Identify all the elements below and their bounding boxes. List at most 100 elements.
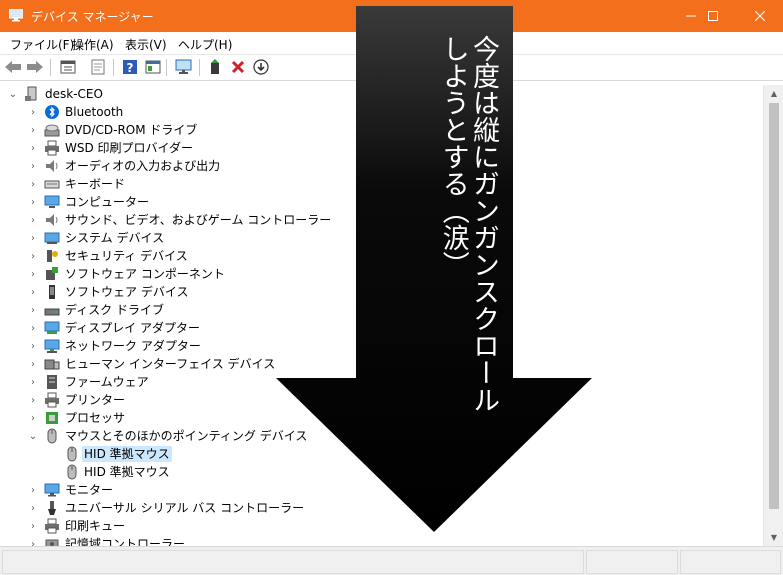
tree-item-label: DVD/CD-ROM ドライブ (65, 123, 198, 137)
tree-item-label: モニター (65, 483, 114, 497)
tree-item-label: プロセッサ (65, 411, 126, 425)
tree-item-label: ディスク ドライブ (65, 303, 164, 317)
mouse-icon (47, 428, 57, 444)
chevron-right-icon[interactable]: › (26, 410, 40, 426)
chevron-right-icon[interactable]: › (26, 158, 40, 174)
monitor-scan-icon (175, 59, 192, 74)
status-cell-main (2, 550, 584, 574)
chevron-down-icon[interactable]: ⌄ (6, 86, 20, 102)
show-hidden-icon (91, 59, 105, 75)
tree-child-item[interactable]: HID 準拠マウス (0, 463, 763, 481)
chevron-right-icon[interactable]: › (26, 212, 40, 228)
chevron-right-icon[interactable]: › (26, 374, 40, 390)
forward-button[interactable] (25, 57, 45, 77)
bluetooth-icon (45, 105, 59, 119)
update-driver-icon (211, 59, 219, 74)
show-hidden-button[interactable] (88, 57, 108, 77)
tree-item-label: セキュリティ デバイス (65, 249, 188, 263)
tree-item-label: システム デバイス (65, 231, 165, 245)
disable-icon (253, 59, 269, 75)
chevron-right-icon[interactable]: › (26, 104, 40, 120)
usb-icon (48, 501, 56, 515)
tree-item-label: ファームウェア (65, 375, 149, 389)
svg-text:?: ? (127, 61, 134, 75)
chevron-right-icon[interactable]: › (26, 518, 40, 534)
tree-item[interactable]: ⌄ マウスとそのほかのポインティング デバイス (0, 427, 763, 445)
help-icon: ? (123, 60, 137, 75)
chevron-right-icon[interactable]: › (26, 356, 40, 372)
chevron-right-icon[interactable]: › (26, 176, 40, 192)
menu-action[interactable]: 操作(A) (72, 36, 114, 53)
tree-item[interactable]: › モニター (0, 481, 763, 499)
tree-item-label: マウスとそのほかのポインティング デバイス (65, 429, 308, 443)
vertical-scrollbar[interactable]: ▲ ▼ (763, 85, 783, 546)
security-key-icon (47, 250, 58, 262)
chevron-right-icon[interactable]: › (26, 284, 40, 300)
status-cell-3 (680, 550, 781, 574)
processor-icon (46, 412, 58, 424)
back-button[interactable] (3, 57, 23, 77)
chevron-right-icon[interactable]: › (26, 266, 40, 282)
device-manager-icon (9, 9, 23, 22)
chevron-right-icon[interactable]: › (26, 536, 40, 547)
tree-item-label: WSD 印刷プロバイダー (65, 141, 194, 155)
title-bar: デバイス マネージャー (0, 0, 783, 32)
tree-item[interactable]: › ユニバーサル シリアル バス コントローラー (0, 499, 763, 517)
chevron-right-icon[interactable]: › (26, 500, 40, 516)
printer-icon (45, 392, 59, 408)
monitor-icon (44, 483, 60, 497)
system-device-icon (44, 232, 60, 244)
close-icon (755, 11, 765, 21)
display-adapter-icon (44, 321, 60, 334)
properties-button[interactable] (58, 57, 78, 77)
dvd-drive-icon (44, 124, 60, 137)
printer-icon (45, 140, 59, 156)
update-driver-button[interactable] (205, 57, 225, 77)
chevron-right-icon[interactable]: › (26, 302, 40, 318)
back-icon (5, 61, 21, 73)
view-icon (145, 60, 161, 74)
uninstall-button[interactable] (228, 57, 248, 77)
close-button[interactable] (737, 0, 783, 32)
disable-button[interactable] (251, 57, 271, 77)
scan-hardware-button[interactable] (174, 57, 194, 77)
menu-file[interactable]: ファイル(F) (10, 36, 74, 53)
chevron-right-icon[interactable]: › (26, 122, 40, 138)
menu-help[interactable]: ヘルプ(H) (178, 36, 232, 53)
tree-child-item[interactable]: HID 準拠マウス (0, 445, 763, 463)
scroll-up-icon[interactable]: ▲ (764, 85, 783, 102)
chevron-right-icon[interactable]: › (26, 248, 40, 264)
scroll-down-icon[interactable]: ▼ (764, 529, 783, 546)
tree-item[interactable]: › 印刷キュー (0, 517, 763, 535)
tree-item[interactable]: › 記憶域コントローラー (0, 535, 763, 546)
chevron-right-icon[interactable]: › (26, 194, 40, 210)
maximize-icon (708, 11, 718, 21)
firmware-icon (47, 375, 57, 389)
printer-icon (45, 518, 59, 534)
chevron-right-icon[interactable]: › (26, 140, 40, 156)
chevron-down-icon[interactable]: ⌄ (26, 428, 40, 444)
menu-view[interactable]: 表示(V) (125, 36, 167, 53)
speaker-icon (46, 160, 58, 172)
view-button[interactable] (143, 57, 163, 77)
status-cell-2 (586, 550, 678, 574)
chevron-right-icon[interactable]: › (26, 392, 40, 408)
tree-item-label: ユニバーサル シリアル バス コントローラー (65, 501, 305, 515)
chevron-right-icon[interactable]: › (26, 482, 40, 498)
maximize-button[interactable] (690, 0, 736, 32)
scrollbar-thumb[interactable] (769, 103, 779, 509)
tree-root-label: desk-CEO (45, 87, 103, 101)
chevron-right-icon[interactable]: › (26, 230, 40, 246)
computer-icon (25, 86, 37, 101)
help-button[interactable]: ? (120, 57, 140, 77)
window-title: デバイス マネージャー (31, 10, 154, 24)
tree-item-label: ネットワーク アダプター (65, 339, 201, 353)
tree-item-label: ソフトウェア コンポーネント (65, 267, 225, 281)
tree-item-label: ソフトウェア デバイス (65, 285, 189, 299)
hid-icon (44, 359, 60, 370)
mouse-icon (67, 464, 77, 480)
component-icon (46, 267, 58, 280)
computer-icon (44, 195, 60, 208)
chevron-right-icon[interactable]: › (26, 320, 40, 336)
chevron-right-icon[interactable]: › (26, 338, 40, 354)
